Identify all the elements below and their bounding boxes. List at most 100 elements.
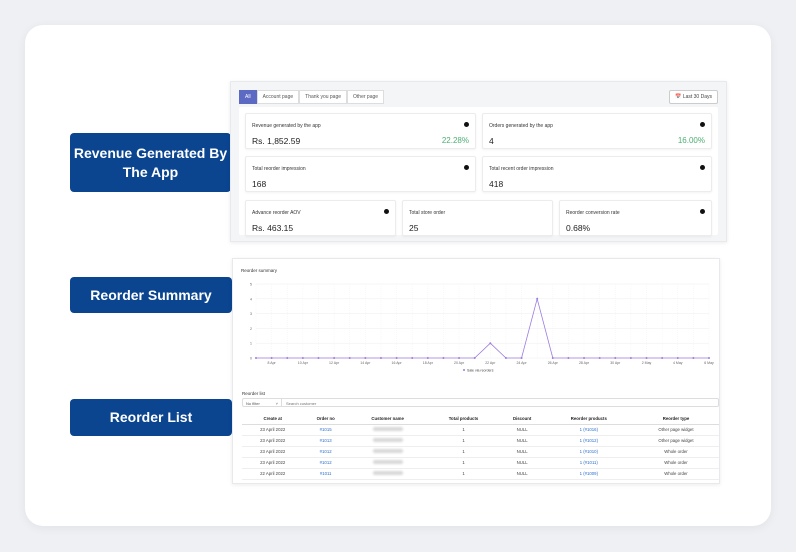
total-products: 1 <box>427 457 500 469</box>
customer-name <box>347 468 428 480</box>
data-point <box>255 357 257 359</box>
x-tick-label: 14 Apr <box>360 361 371 365</box>
x-tick-label: 26 Apr <box>548 361 559 365</box>
x-tick-label: 6 May <box>704 361 714 365</box>
data-point <box>379 357 382 359</box>
info-icon[interactable] <box>384 209 389 214</box>
reorder-products[interactable]: 1 (#1012) <box>544 435 633 447</box>
reorder-products[interactable]: 1 (#1011) <box>544 457 633 469</box>
reorder-products[interactable]: 1 (#1010) <box>544 446 633 458</box>
stat-cards: Revenue generated by the app Rs. 1,852.59… <box>239 107 718 236</box>
card-change: 16.00% <box>677 136 705 145</box>
data-point <box>458 357 461 359</box>
info-icon[interactable] <box>700 165 705 170</box>
x-tick-label: 22 Apr <box>485 361 496 365</box>
customer-name <box>347 424 428 436</box>
info-icon[interactable] <box>700 122 705 127</box>
order-number[interactable]: #1012 <box>303 446 348 458</box>
column-header: Total products <box>427 413 500 425</box>
info-icon[interactable] <box>700 209 705 214</box>
summary-panel: Reorder summary 0 1 2 3 4 5 8 Apr 10 Apr 12 Apr 1… <box>232 258 720 484</box>
card-orders: Orders generated by the app 4 16.00% <box>482 113 712 149</box>
reorder-table: Create at Order no Customer name Total prod… <box>242 413 719 480</box>
stats-panel: All Account page Thank you page Other pa… <box>230 81 727 242</box>
card-aov: Advance reorder AOV Rs. 463.15 <box>245 200 396 236</box>
filter-value: No filter <box>246 401 260 406</box>
card-label: Total store order <box>409 210 446 216</box>
list-title: Reorder list <box>242 391 266 396</box>
tab-thank-you-page[interactable]: Thank you page <box>299 90 348 104</box>
data-point <box>411 357 414 359</box>
legend-swatch <box>463 369 465 371</box>
customer-name-redacted <box>372 438 403 442</box>
total-products: 1 <box>427 424 500 436</box>
customer-name <box>347 457 428 469</box>
card-label: Reorder conversion rate <box>566 210 620 216</box>
data-point <box>583 357 586 359</box>
tab-all[interactable]: All <box>239 90 257 104</box>
date-range-label: Last 30 Days <box>682 94 712 100</box>
total-products: 1 <box>427 468 500 480</box>
x-tick-label: 10 Apr <box>298 361 309 365</box>
table-row: 23 April 2022 #1015 1 NULL 1 (#1016) Other pa… <box>242 424 719 436</box>
card-label: Revenue generated by the app <box>252 123 321 129</box>
card-label: Total recent order impression <box>489 166 554 172</box>
discount: NULL <box>499 468 545 480</box>
data-point <box>551 357 554 359</box>
card-value: 25 <box>409 223 419 233</box>
data-point <box>348 357 351 359</box>
column-header: Customer name <box>347 413 428 425</box>
card-label: Total reorder impression <box>252 166 306 172</box>
data-point <box>364 357 367 359</box>
y-tick-label: 2 <box>250 327 252 331</box>
reorder-products[interactable]: 1 (#1016) <box>544 424 633 436</box>
reorder-type: Whole order <box>632 468 719 480</box>
total-products: 1 <box>427 435 500 447</box>
info-icon[interactable] <box>464 122 469 127</box>
order-number[interactable]: #1012 <box>303 457 348 469</box>
data-point <box>504 357 507 359</box>
reorder-products[interactable]: 1 (#1009) <box>544 468 633 480</box>
table-row: 23 April 2022 #1012 1 NULL 1 (#1011) Whole or… <box>242 457 719 469</box>
callout-reorder-list: Reorder List <box>70 399 240 436</box>
created-at: 23 April 2022 <box>242 457 304 469</box>
x-tick-label: 24 Apr <box>516 361 527 365</box>
page-tabs: All Account page Thank you page Other pa… <box>239 90 385 104</box>
table-row: 23 April 2022 #1013 1 NULL 1 (#1012) Other pa… <box>242 435 719 447</box>
chevron-down-icon: ˅ <box>275 401 278 406</box>
discount: NULL <box>499 424 545 436</box>
y-tick-label: 1 <box>250 342 252 346</box>
callout-revenue: Revenue Generated By The App <box>70 133 239 192</box>
tab-account-page[interactable]: Account page <box>256 90 300 104</box>
column-header: Reorder products <box>544 413 633 425</box>
data-point <box>629 357 632 359</box>
card-value: 0.68% <box>566 223 591 233</box>
date-range-button[interactable]: 📅 Last 30 Days <box>669 90 718 104</box>
filter-select[interactable]: No filter ˅ <box>243 399 282 406</box>
data-point <box>661 357 664 359</box>
card-change: 22.28% <box>441 136 469 145</box>
data-point <box>395 357 398 359</box>
total-products: 1 <box>427 446 500 458</box>
chart-title: Reorder summary <box>241 268 278 273</box>
order-number[interactable]: #1015 <box>303 424 348 436</box>
card-reorder-impression: Total reorder impression 168 <box>245 156 476 192</box>
order-number[interactable]: #1011 <box>303 468 348 480</box>
search-input[interactable] <box>286 401 686 406</box>
data-point <box>286 357 289 359</box>
data-point <box>708 357 710 359</box>
customer-name-redacted <box>372 460 403 464</box>
data-point <box>614 357 617 359</box>
customer-name <box>347 435 428 447</box>
data-point <box>473 357 476 359</box>
created-at: 23 April 2022 <box>242 424 304 436</box>
reorder-type: Other page widget <box>632 435 719 447</box>
table-header: Create at Order no Customer name Total prod… <box>242 413 719 425</box>
card-value: 418 <box>489 179 504 189</box>
info-icon[interactable] <box>464 165 469 170</box>
tab-other-page[interactable]: Other page <box>347 90 385 104</box>
reorder-type: Other page widget <box>632 424 719 436</box>
order-number[interactable]: #1013 <box>303 435 348 447</box>
reorder-type: Whole order <box>632 446 719 458</box>
card-value: 4 <box>489 136 494 146</box>
